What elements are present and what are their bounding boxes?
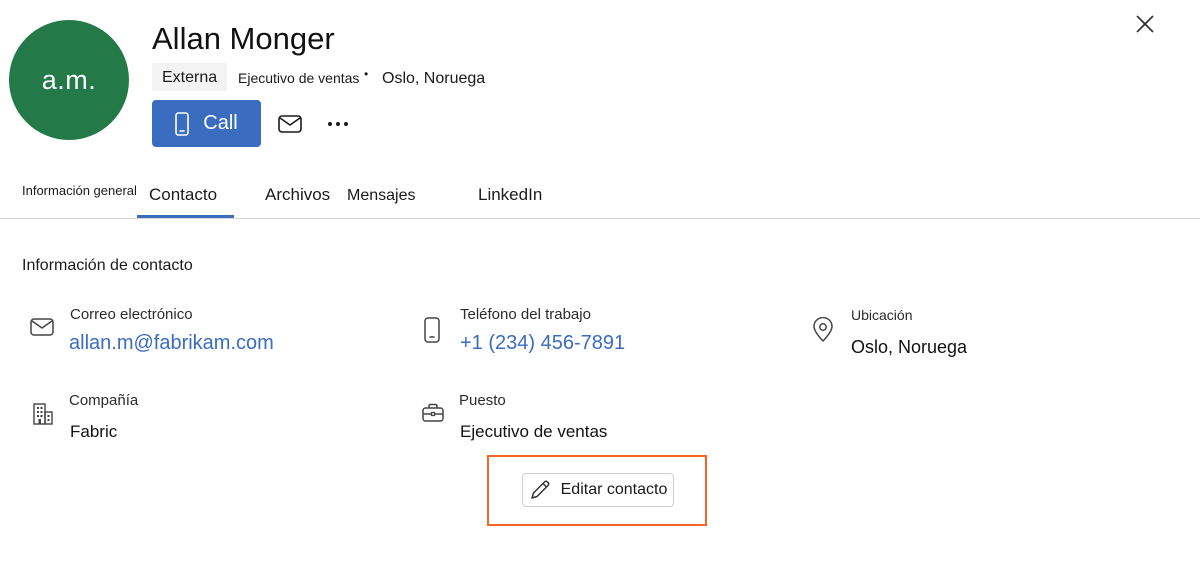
location-value: Oslo, Noruega — [851, 337, 968, 357]
job-label: Puesto — [459, 392, 506, 409]
company-value: Fabric — [70, 422, 118, 441]
more-options-button[interactable] — [324, 110, 352, 138]
tab-general[interactable]: Información general — [22, 183, 137, 198]
phone-icon — [175, 111, 190, 136]
building-icon — [32, 402, 54, 426]
phone-link[interactable]: +1 (234) 456-7891 — [460, 332, 625, 355]
call-button[interactable]: Call — [152, 100, 261, 147]
external-badge: Externa — [152, 63, 228, 91]
more-icon — [327, 121, 349, 127]
tab-contacto[interactable]: Contacto — [149, 185, 217, 205]
email-button[interactable] — [276, 110, 304, 138]
job-value: Ejecutivo de ventas — [460, 422, 608, 441]
tab-mensajes[interactable]: Mensajes — [347, 187, 415, 205]
mail-icon — [30, 318, 54, 336]
tab-divider — [0, 218, 1200, 219]
avatar: a.m. — [9, 20, 129, 140]
section-title: Información de contacto — [22, 257, 193, 274]
pencil-icon — [529, 479, 551, 501]
location-label: Ubicación — [851, 307, 913, 323]
close-icon — [1135, 14, 1155, 34]
email-label: Correo electrónico — [70, 306, 193, 323]
edit-contact-button[interactable]: Editar contacto — [522, 473, 674, 507]
contact-role: Ejecutivo de ventas — [238, 70, 360, 86]
call-button-label: Call — [203, 112, 238, 134]
phone-label: Teléfono del trabajo — [460, 306, 591, 323]
phone-icon — [424, 317, 440, 343]
tab-linkedin[interactable]: LinkedIn — [478, 185, 542, 205]
edit-contact-label: Editar contacto — [560, 481, 668, 498]
location-pin-icon — [812, 317, 834, 343]
briefcase-icon — [421, 403, 445, 423]
mail-icon — [278, 115, 302, 133]
email-link[interactable]: allan.m@fabrikam.com — [69, 332, 274, 355]
company-label: Compañía — [69, 392, 139, 409]
contact-name: Allan Monger — [152, 21, 335, 56]
tab-archivos[interactable]: Archivos — [265, 185, 330, 205]
close-button[interactable] — [1132, 11, 1158, 37]
avatar-initials: a.m. — [41, 64, 97, 95]
separator-dot: • — [364, 67, 369, 81]
contact-location: Oslo, Noruega — [382, 70, 486, 87]
